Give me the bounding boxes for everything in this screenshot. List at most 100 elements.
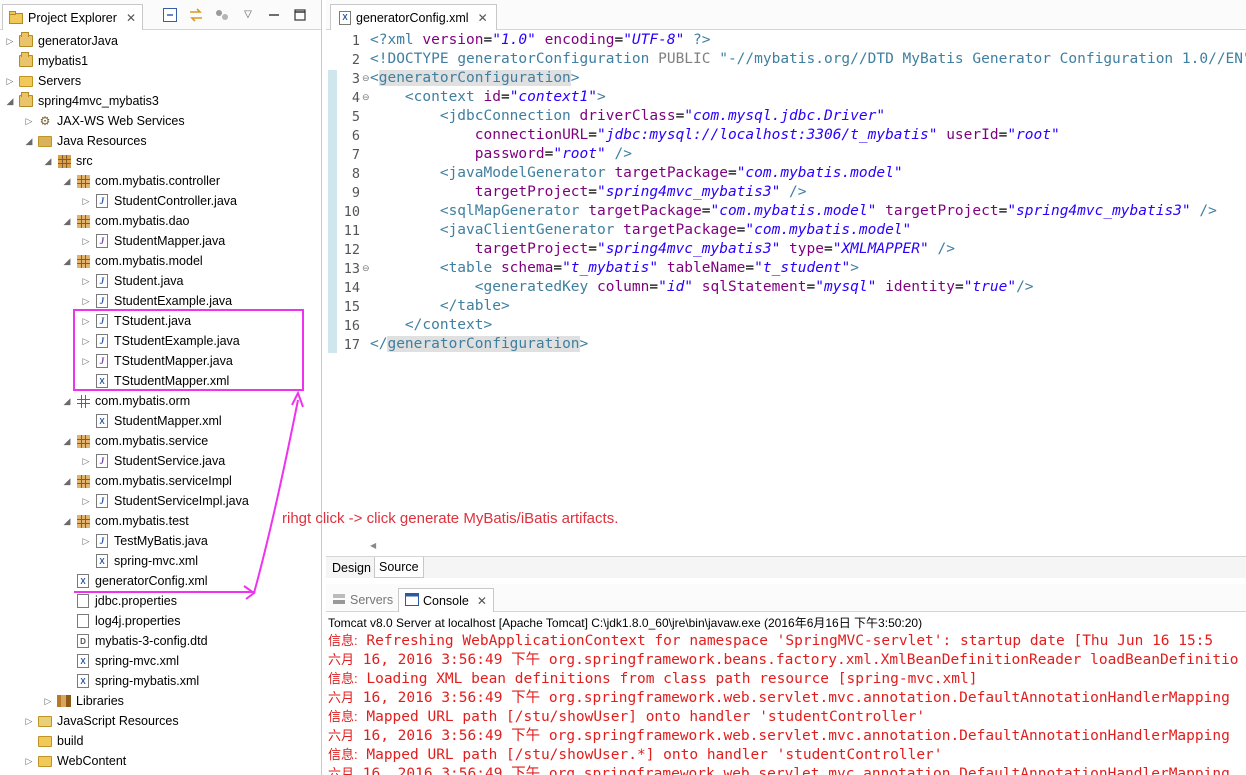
collapsed-arrow-icon[interactable]: ▷ [23,116,35,127]
maximize-icon[interactable] [292,7,308,22]
project-explorer-tab[interactable]: Project Explorer ✕ [2,4,143,30]
libraries-icon [56,694,72,708]
expanded-arrow-icon[interactable]: ◢ [23,136,35,147]
tree-item-spring-mvc-xml[interactable]: Xspring-mvc.xml [0,551,198,571]
collapse-all-icon[interactable] [162,7,178,22]
tree-item-studentservice-java[interactable]: ▷ J StudentService.java [0,451,225,471]
expanded-arrow-icon[interactable]: ◢ [42,156,54,167]
tree-item-label: mybatis-3-config.dtd [95,634,208,648]
tree-item-com-mybatis-dao[interactable]: ◢ com.mybatis.dao [0,211,190,231]
tree-item-studentmapper-xml[interactable]: X StudentMapper.xml [0,411,222,431]
tree-item-testmybatis-java[interactable]: ▷ J TestMyBatis.java [0,531,208,551]
collapsed-arrow-icon[interactable]: ▷ [80,536,92,547]
expanded-arrow-icon[interactable]: ◢ [61,216,73,227]
tree-item-build[interactable]: build [0,731,83,751]
console-tabbar: Servers Console ✕ [326,584,1246,612]
tree-item-com-mybatis-controller[interactable]: ◢ com.mybatis.controller [0,171,221,191]
collapsed-arrow-icon[interactable]: ▷ [80,496,92,507]
fold-toggle-icon[interactable]: ⊖ [362,92,370,103]
tree-item-spring-mvc-xml[interactable]: Xspring-mvc.xml [0,651,179,671]
expanded-arrow-icon[interactable]: ◢ [61,176,73,187]
tree-item-studentcontroller-java[interactable]: ▷ J StudentController.java [0,191,237,211]
tree-item-com-mybatis-orm[interactable]: ◢ com.mybatis.orm [0,391,191,411]
close-icon[interactable]: ✕ [477,594,487,608]
code-line-17: </generatorConfiguration> [370,336,589,352]
tree-item-log4j-properties[interactable]: log4j.properties [0,611,180,631]
tree-item-com-mybatis-test[interactable]: ◢ com.mybatis.test [0,511,189,531]
tree-item-label: com.mybatis.test [95,514,189,528]
tree-item-mybatis1[interactable]: mybatis1 [0,51,88,71]
collapsed-arrow-icon[interactable]: ▷ [23,756,35,767]
close-icon[interactable]: ✕ [126,11,136,25]
tree-item-generatorjava[interactable]: ▷ generatorJava [0,31,118,51]
tree-item-com-mybatis-model[interactable]: ◢ com.mybatis.model [0,251,203,271]
collapsed-arrow-icon[interactable]: ▷ [4,36,16,47]
tree-item-mybatis-3-config-dtd[interactable]: Dmybatis-3-config.dtd [0,631,208,651]
code-line-10: <sqlMapGenerator targetPackage="com.myba… [439,203,1217,219]
chevron-down-icon[interactable]: ▽ [240,7,256,22]
tree-item-jax-ws-web-services[interactable]: ▷ ⚙ JAX-WS Web Services [0,111,185,131]
tree-item-studentmapper-java[interactable]: ▷ J StudentMapper.java [0,231,225,251]
view-menu-icon[interactable] [214,7,230,22]
fold-toggle-icon[interactable]: ⊖ [362,73,370,84]
tree-item-studentexample-java[interactable]: ▷ J StudentExample.java [0,291,232,311]
code-line-8: <javaModelGenerator targetPackage="com.m… [439,165,903,181]
tree-item-spring-mybatis-xml[interactable]: Xspring-mybatis.xml [0,671,199,691]
tree-item-label: com.mybatis.model [95,254,203,268]
scroll-left-icon[interactable]: ◀ [370,541,376,550]
console-line: 信息: Loading XML bean definitions from cl… [328,671,978,687]
collapsed-arrow-icon[interactable]: ▷ [80,236,92,247]
tab-servers[interactable]: Servers [326,588,399,612]
code-area[interactable]: <?xml version="1.0" encoding="UTF-8" ?> … [370,31,1246,541]
tree-item-com-mybatis-serviceimpl[interactable]: ◢ com.mybatis.serviceImpl [0,471,232,491]
tree-item-label: src [76,154,93,168]
javascript-resources-icon [37,714,53,728]
console-output[interactable]: 信息: Refreshing WebApplicationContext for… [328,631,1246,775]
tree-item-src[interactable]: ◢ src [0,151,93,171]
horizontal-scrollbar[interactable]: ◀ [370,541,1246,555]
java-file-icon: J [94,534,110,548]
tree-item-webcontent[interactable]: ▷ WebContent [0,751,127,771]
tree-item-spring4mvc-mybatis3[interactable]: ◢ spring4mvc_mybatis3 [0,91,159,111]
collapsed-arrow-icon[interactable]: ▷ [4,76,16,87]
tree-item-libraries[interactable]: ▷ Libraries [0,691,124,711]
editor-mode-tabs: Design Source [326,556,1246,578]
tab-console[interactable]: Console ✕ [398,588,494,612]
expanded-arrow-icon[interactable]: ◢ [61,436,73,447]
tree-item-javascript-resources[interactable]: ▷ JavaScript Resources [0,711,179,731]
collapsed-arrow-icon[interactable]: ▷ [80,196,92,207]
tab-source[interactable]: Source [374,557,424,578]
collapsed-arrow-icon[interactable]: ▷ [80,276,92,287]
minimize-icon[interactable] [266,7,282,22]
tree-item-servers[interactable]: ▷ Servers [0,71,82,91]
xml-file-icon: X [94,414,110,428]
expanded-arrow-icon[interactable]: ◢ [61,256,73,267]
fold-toggle-icon[interactable]: ⊖ [362,263,370,274]
tree-item-label: StudentMapper.java [114,234,226,248]
expanded-arrow-icon[interactable]: ◢ [61,396,73,407]
tab-design[interactable]: Design [328,557,376,578]
collapsed-arrow-icon[interactable]: ▷ [80,296,92,307]
package-icon [75,514,91,528]
tree-item-generatorconfig-xml[interactable]: XgeneratorConfig.xml [0,571,208,591]
close-icon[interactable]: ✕ [478,11,488,25]
collapsed-arrow-icon[interactable]: ▷ [23,716,35,727]
tab-generatorconfig[interactable]: X generatorConfig.xml ✕ [330,4,497,30]
tree-item-studentserviceimpl-java[interactable]: ▷ J StudentServiceImpl.java [0,491,249,511]
link-with-editor-icon[interactable] [188,7,204,22]
expanded-arrow-icon[interactable]: ◢ [4,96,16,107]
webservice-icon: ⚙ [39,114,51,128]
package-icon [75,434,91,448]
expanded-arrow-icon[interactable]: ◢ [61,516,73,527]
collapsed-arrow-icon[interactable]: ▷ [42,696,54,707]
expanded-arrow-icon[interactable]: ◢ [61,476,73,487]
tree-item-student-java[interactable]: ▷ J Student.java [0,271,184,291]
collapsed-arrow-icon[interactable]: ▷ [80,456,92,467]
tree-item-label: mybatis1 [38,54,89,68]
tree-item-com-mybatis-service[interactable]: ◢ com.mybatis.service [0,431,209,451]
console-line: 六月 16, 2016 3:56:49 下午 org.springframewo… [328,690,1230,706]
tree-item-java-resources[interactable]: ◢ Java Resources [0,131,147,151]
line-number: 14 [343,280,360,296]
project-icon [18,52,34,68]
tree-item-jdbc-properties[interactable]: jdbc.properties [0,591,177,611]
